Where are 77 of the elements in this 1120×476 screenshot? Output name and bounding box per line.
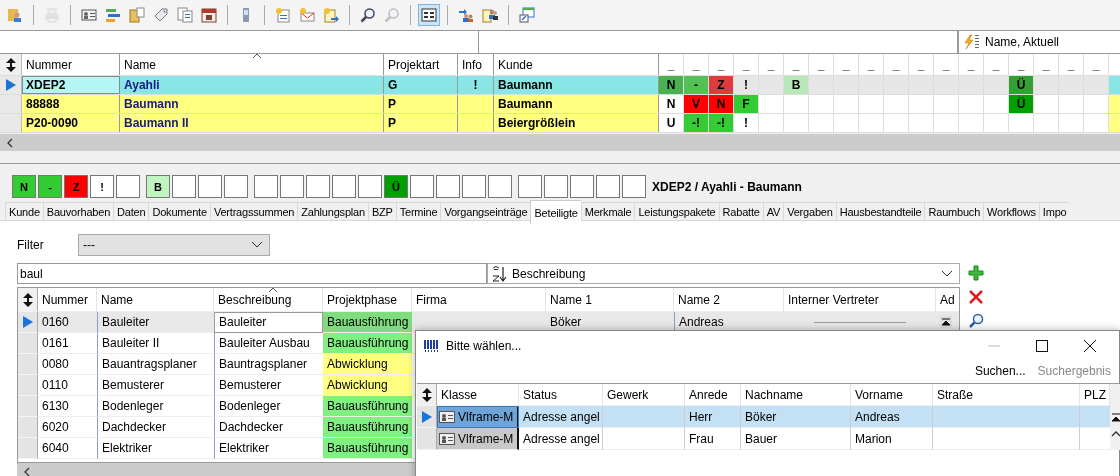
table-cell: Bauantragsplaner (102, 357, 197, 371)
status-flag: F (734, 95, 758, 113)
table-cell: 6040 (42, 441, 69, 455)
table-cell: Bauntragsplaner (219, 357, 308, 371)
table-cell: P20-0090 (26, 116, 79, 130)
class-name: Vlframe-M (458, 409, 514, 424)
table-cell: Bauleiter (102, 315, 150, 329)
table-cell: Bauer (745, 431, 778, 446)
table-cell: Frau (689, 431, 714, 446)
status-letter: N (665, 96, 677, 113)
table-cell: 88888 (26, 97, 60, 111)
table-cell: Dachdecker (102, 420, 167, 434)
table-cell: Andreas (679, 315, 724, 329)
table-cell: Bemusterer (219, 378, 282, 392)
table-cell: XDEP2 (26, 78, 66, 92)
status-flag: - (38, 175, 62, 198)
table-cell: ! (473, 78, 478, 92)
status-flag: N (709, 95, 733, 113)
table-cell: 0160 (42, 315, 69, 329)
table-cell: 0110 (42, 378, 68, 392)
table-cell: Ayahli (124, 78, 160, 92)
status-flag: B (146, 175, 170, 198)
table-cell: P (388, 97, 396, 111)
table-cell: Bauleiter Ausbau (219, 336, 310, 350)
table-cell: Elektriker (102, 441, 152, 455)
phase-cell: Abwicklung (323, 375, 412, 396)
status-flag: -! (709, 114, 733, 132)
table-cell: Adresse angel (523, 431, 600, 446)
record-title: XDEP2 / Ayahli - Baumann (652, 179, 802, 194)
phase-cell: Bauausführung (323, 417, 412, 438)
status-letter: U (665, 115, 677, 132)
status-letter: ! (743, 77, 749, 94)
status-flag: Ü (1009, 76, 1033, 94)
status-flag: Ü (1009, 95, 1033, 113)
phase-cell: Bauausführung (323, 438, 412, 459)
table-cell: Baumann II (124, 116, 189, 130)
status-flag: V (684, 95, 708, 113)
phase-cell: Abwicklung (323, 354, 412, 375)
table-cell: 0080 (42, 357, 69, 371)
status-flag: Z (709, 76, 733, 94)
table-cell: Beiergrößlein (498, 116, 576, 130)
status-flag: Ü (384, 175, 408, 198)
table-cell: Bodenleger (219, 399, 281, 413)
status-flag: Z (64, 175, 88, 198)
table-cell: Böker (745, 409, 777, 424)
table-cell: Bauleiter II (102, 336, 160, 350)
table-cell: Baumann (498, 78, 553, 92)
table-cell: Andreas (855, 409, 900, 424)
table-cell: 0161 (42, 336, 69, 350)
status-letter: ! (743, 115, 749, 132)
status-flag: B (784, 76, 808, 94)
status-flag: N (659, 76, 683, 94)
status-flag: - (684, 76, 708, 94)
table-cell: Marion (855, 431, 892, 446)
table-cell: 6130 (42, 399, 69, 413)
table-cell: P (388, 116, 396, 130)
table-cell: Dachdecker (219, 420, 284, 434)
phase-cell: Bauausführung (323, 396, 412, 417)
table-cell: Böker (550, 315, 582, 329)
phase-cell: Bauausführung (323, 333, 412, 354)
table-cell: 6020 (42, 420, 69, 434)
filter-label: Filter (17, 238, 45, 252)
table-cell: Adresse angel (523, 409, 600, 424)
table-cell: Elektriker (219, 441, 269, 455)
table-cell: Baumann (124, 97, 179, 111)
phase-cell: Bauausführung (323, 312, 412, 333)
table-cell: Bodenleger (102, 399, 164, 413)
status-box: ! (90, 175, 114, 198)
table-cell: Bauleiter (219, 315, 267, 329)
table-cell: G (388, 78, 398, 92)
dialog-title: Bitte wählen... (446, 339, 522, 353)
table-cell: Bemusterer (102, 378, 165, 392)
status-flag: -! (684, 114, 708, 132)
table-cell: Baumann (498, 97, 553, 111)
status-flag: N (12, 175, 36, 198)
table-cell: Herr (689, 409, 713, 424)
class-name: Vlframe-M (458, 431, 514, 446)
